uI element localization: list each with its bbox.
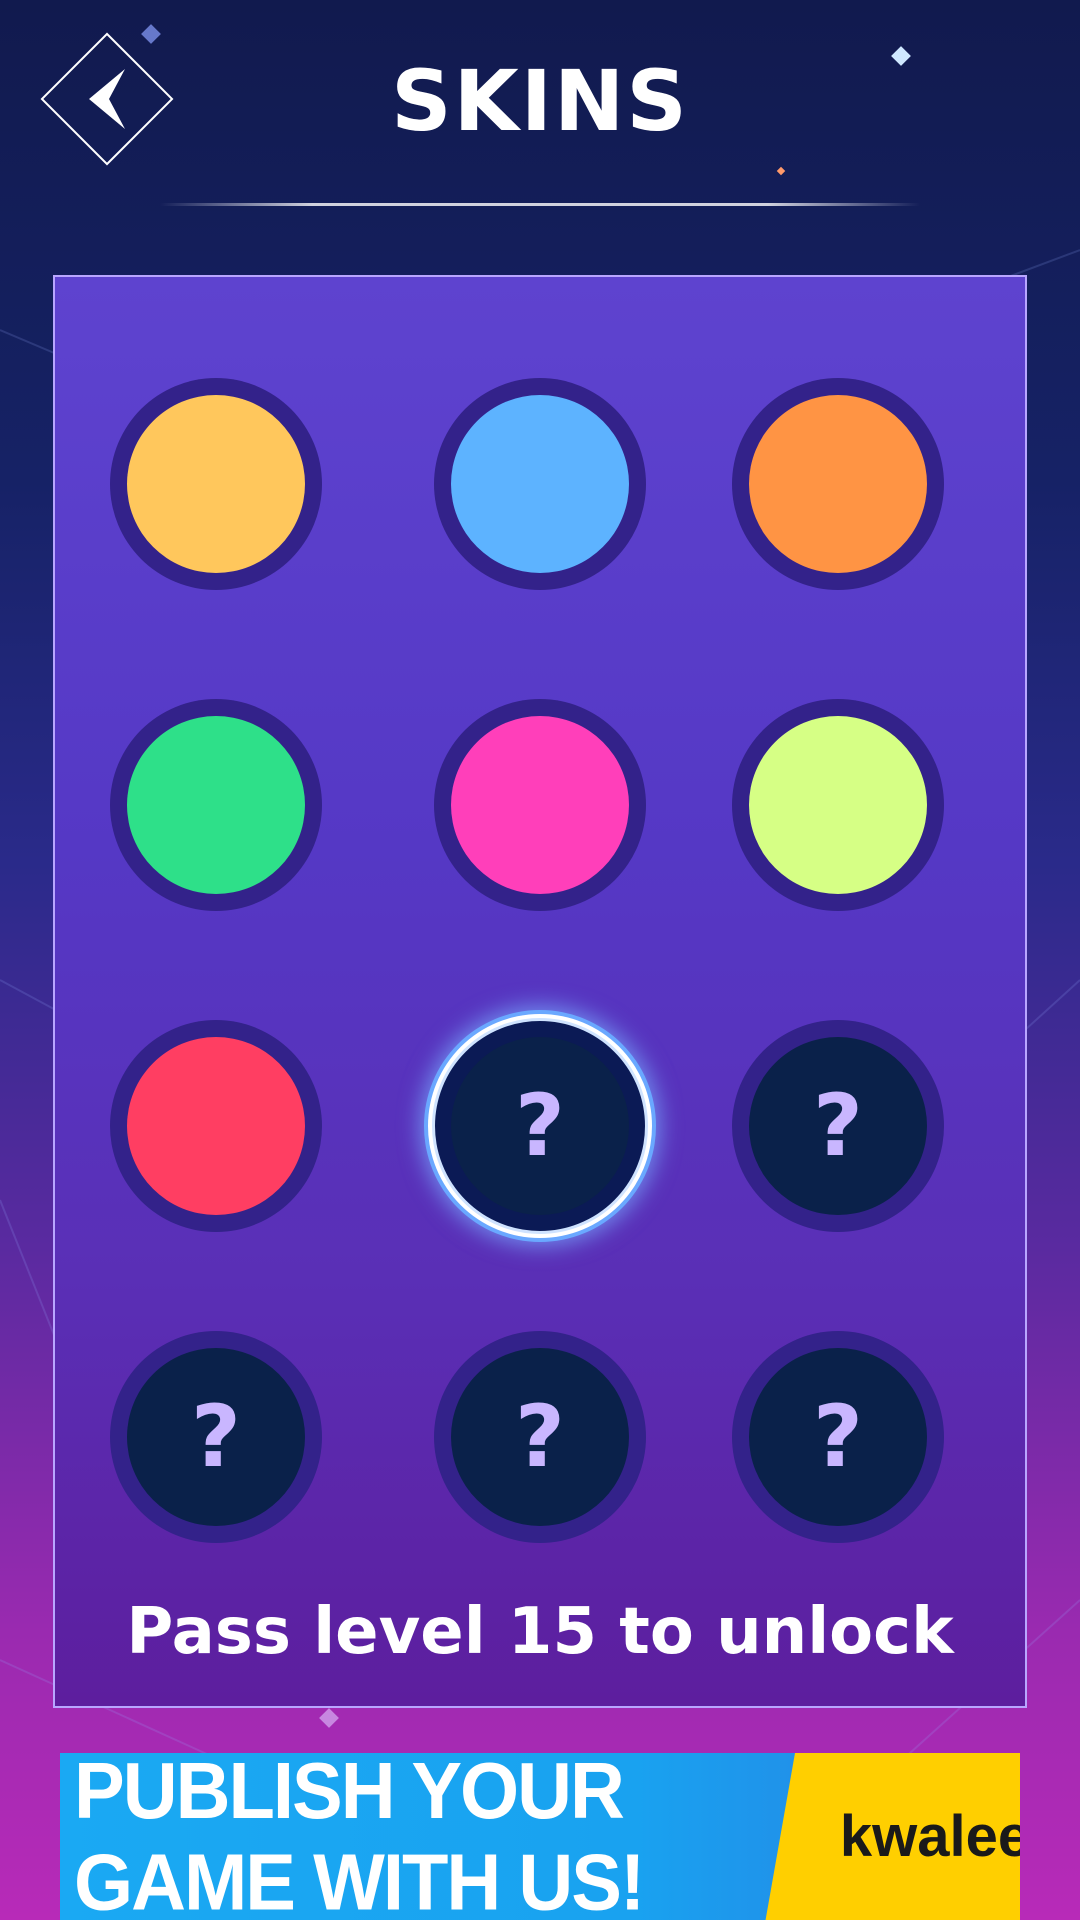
skin-swatch: [127, 395, 305, 573]
skin-slot-locked[interactable]: ?: [732, 1020, 944, 1232]
skin-slot-locked[interactable]: ?: [732, 1331, 944, 1543]
skin-swatch: [127, 1037, 305, 1215]
skin-swatch: ?: [749, 1348, 927, 1526]
skin-swatch: ?: [451, 1348, 629, 1526]
ad-headline: PUBLISH YOUR GAME WITH US!: [74, 1753, 645, 1920]
skin-slot-pink[interactable]: [434, 699, 646, 911]
skin-slot-blue[interactable]: [434, 378, 646, 590]
skin-swatch: ?: [451, 1037, 629, 1215]
question-mark-icon: ?: [813, 1076, 863, 1176]
page-title: SKINS: [391, 52, 689, 150]
question-mark-icon: ?: [191, 1387, 241, 1487]
sparkle-decoration: [776, 166, 786, 176]
skin-slot-locked[interactable]: ?: [434, 1331, 646, 1543]
skin-slot-red[interactable]: [110, 1020, 322, 1232]
skin-slot-green[interactable]: [110, 699, 322, 911]
ad-brand-logo: kwalee: [839, 1804, 1020, 1869]
unlock-message: Pass level 15 to unlock: [126, 1595, 954, 1669]
skin-swatch: [451, 716, 629, 894]
skin-slot-locked[interactable]: ?: [110, 1331, 322, 1543]
sparkle-decoration: [141, 24, 161, 44]
ad-banner[interactable]: PUBLISH YOUR GAME WITH US! kwalee: [60, 1753, 1020, 1920]
skin-slot-locked[interactable]: ?: [432, 1018, 648, 1234]
question-mark-icon: ?: [813, 1387, 863, 1487]
skin-swatch: [749, 395, 927, 573]
skin-slot-lime[interactable]: [732, 699, 944, 911]
sparkle-decoration: [319, 1708, 339, 1728]
question-mark-icon: ?: [515, 1076, 565, 1176]
skin-swatch: [451, 395, 629, 573]
question-mark-icon: ?: [515, 1387, 565, 1487]
skin-swatch: [127, 716, 305, 894]
skin-swatch: ?: [127, 1348, 305, 1526]
skin-swatch: ?: [749, 1037, 927, 1215]
skin-slot-orange[interactable]: [732, 378, 944, 590]
skin-slot-yellow[interactable]: [110, 378, 322, 590]
title-divider: [160, 203, 920, 206]
skin-swatch: [749, 716, 927, 894]
